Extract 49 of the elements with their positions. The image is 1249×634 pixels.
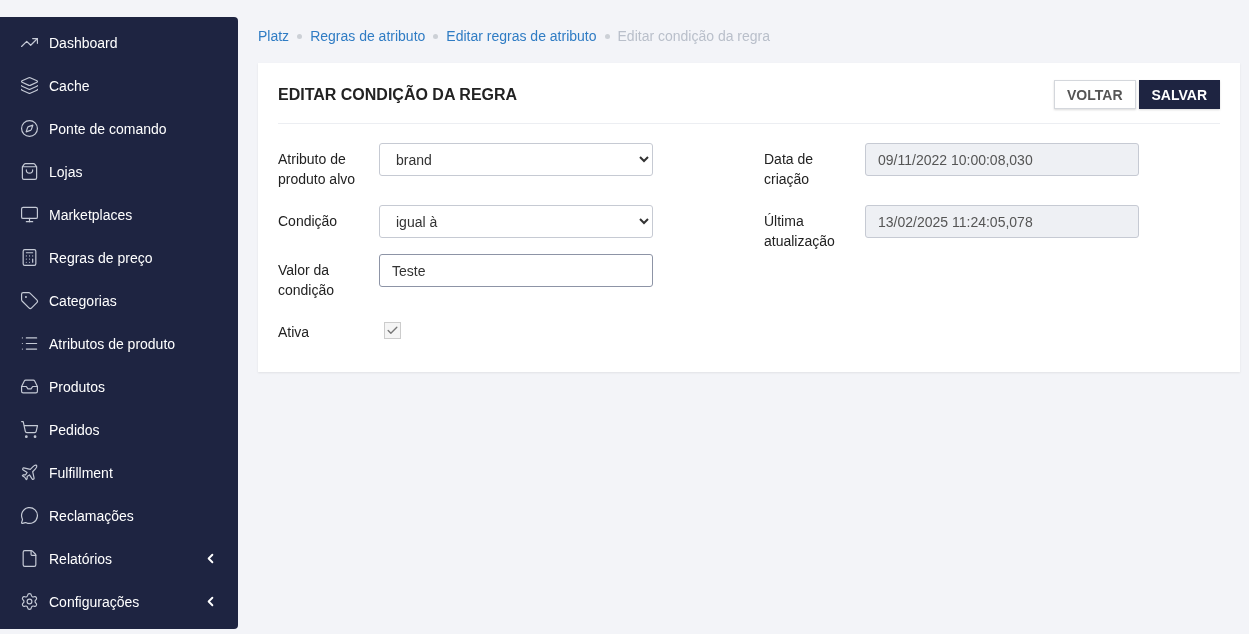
sidebar-item[interactable]: Regras de preço [0,236,238,279]
sidebar-item[interactable]: Produtos [0,365,238,408]
separator-dot [604,33,610,39]
sidebar-item[interactable]: Cache [0,64,238,107]
sidebar-item[interactable]: Atributos de produto [0,322,238,365]
calculator-icon [20,248,39,267]
breadcrumb-link[interactable]: Regras de atributo [310,28,426,44]
input-field[interactable]: Teste [379,254,653,287]
sidebar-item[interactable]: Marketplaces [0,193,238,236]
input-field[interactable]: 13/02/2025 11:24:05,078 [865,205,1139,238]
tag-icon [20,291,39,310]
layers-icon [20,76,39,95]
sidebar-item[interactable]: Ponte de comando [0,107,238,150]
checkbox[interactable] [384,322,401,339]
compass-icon [20,119,39,138]
monitor-icon [20,205,39,224]
sidebar-item[interactable]: Lojas [0,150,238,193]
sidebar-item[interactable]: Relatórios [0,537,238,580]
back-button[interactable]: VOLTAR [1054,80,1136,109]
inbox-icon [20,377,39,396]
field-label: Atributo de produto alvo [278,150,357,189]
field-label: Valor da condição [278,261,336,300]
breadcrumb-link[interactable]: Editar regras de atributo [446,28,597,44]
checkmark-icon [386,324,399,337]
select-field[interactable]: igual à [379,205,653,238]
field-label: Condição [278,212,339,231]
separator-dot [297,33,303,39]
file-icon [20,549,39,568]
field-label: Ativa [278,323,311,342]
separator-dot [433,33,439,39]
sidebar-item[interactable]: Fulfillment [0,451,238,494]
select-field[interactable]: brand [379,143,653,176]
settings-icon [20,592,39,611]
sidebar-item[interactable]: Reclamações [0,494,238,537]
sidebar-item[interactable]: Dashboard [0,21,238,64]
sidebar-item[interactable]: Configurações [0,580,238,623]
sidebar-item[interactable]: Categorias [0,279,238,322]
cart-icon [20,420,39,439]
speech-bubble-icon [20,506,39,525]
field-label: Data de criação [764,150,815,189]
shopping-bag-icon [20,162,39,181]
breadcrumb-link[interactable]: Platz [258,28,290,44]
save-button[interactable]: SALVAR [1138,80,1220,109]
sidebar-item[interactable]: Pedidos [0,408,238,451]
field-label: Última atualização [764,212,836,251]
input-field[interactable]: 09/11/2022 10:00:08,030 [865,143,1139,176]
list-icon [20,334,39,353]
plane-icon [20,463,39,482]
card-title: EDITAR CONDIÇÃO DA REGRA [278,85,518,104]
